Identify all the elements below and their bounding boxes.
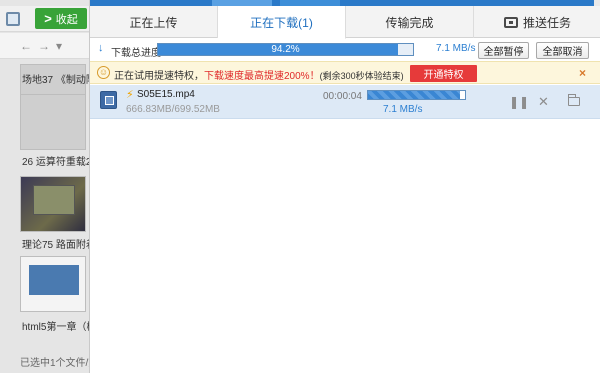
tab-label: 传输完成 [385,15,434,30]
file-label[interactable]: 场地37 《制动隐患 [22,71,90,86]
summary-label: 下载总进度 [111,48,161,59]
download-task-row[interactable]: ⚡ S05E15.mp4 666.83MB/699.52MB 00:00:04 … [90,85,600,119]
file-label[interactable]: html5第一章（概 [22,318,90,333]
promo-text: 正在试用提速特权，下载速度最高提速200%！(剩余300秒体验结束) [114,67,404,82]
total-progress-percent: 94.2% [271,44,300,55]
cancel-all-button[interactable]: 全部取消 [536,42,589,59]
chevron-down-icon[interactable]: ▾ [56,39,62,53]
collapse-button-label: 收起 [55,13,78,26]
window-icon [6,12,20,26]
status-bar-text: 已选中1个文件/文件 [20,358,90,369]
delete-icon[interactable]: ✕ [538,94,549,110]
task-progress-fill [368,91,461,99]
push-icon [503,16,518,28]
lightning-icon: ⚡ [126,89,134,101]
smiley-icon: ☺ [97,66,110,79]
chevron-right-icon: > [44,11,52,26]
open-privilege-button[interactable]: 开通特权 [410,65,477,82]
promo-note: (剩余300秒体验结束) [319,71,404,81]
tab-completed[interactable]: 传输完成 [346,6,474,38]
promo-prefix: 正在试用提速特权， [114,71,204,82]
promo-highlight: 下载速度最高提速200%！ [204,71,320,82]
task-time-remaining: 00:00:04 [323,91,362,102]
download-arrow-icon: ↓ [98,42,104,54]
tab-push-tasks[interactable]: 推送任务 [474,6,600,38]
task-file-name: S05E15.mp4 [137,89,195,100]
task-speed: 7.1 MB/s [383,104,423,115]
transfer-tabs: 正在上传 正在下载(1) 传输完成 推送任务 [90,6,600,39]
video-frame [33,185,75,215]
file-label[interactable]: 理论75 路面附着系 [22,236,90,251]
file-browser-nav: ← → ▾ [0,33,90,59]
speedup-promo-bar: ☺ 正在试用提速特权，下载速度最高提速200%！(剩余300秒体验结束) 开通特… [90,61,600,84]
file-thumbnail[interactable] [20,94,86,150]
pause-icon[interactable]: ❚❚ [509,95,529,109]
task-file-size: 666.83MB/699.52MB [126,104,220,115]
transfer-panel: 正在上传 正在下载(1) 传输完成 推送任务 ↓ 下载总进度 94.2% 7.1… [89,6,600,373]
tab-label: 正在上传 [129,15,178,30]
back-arrow-icon[interactable]: ← [20,39,32,53]
file-label[interactable]: 26 运算符重载2.m [22,153,90,168]
tab-uploading[interactable]: 正在上传 [90,6,218,38]
task-progress-bar [367,90,466,100]
close-icon[interactable]: × [579,66,586,80]
forward-arrow-icon[interactable]: → [38,39,50,53]
pause-all-button[interactable]: 全部暂停 [478,42,529,59]
folder-icon[interactable] [568,94,580,106]
tab-downloading[interactable]: 正在下载(1) [218,6,346,39]
tab-label: 正在下载(1) [250,15,313,30]
doc-thumbnail[interactable] [20,256,86,312]
total-progress-bar: 94.2% [157,43,414,56]
doc-preview [29,265,79,295]
video-thumbnail[interactable] [20,176,86,232]
tab-label: 推送任务 [522,15,571,30]
total-speed: 7.1 MB/s [436,43,476,54]
collapse-button[interactable]: > 收起 [35,8,87,29]
video-file-icon [100,91,117,109]
